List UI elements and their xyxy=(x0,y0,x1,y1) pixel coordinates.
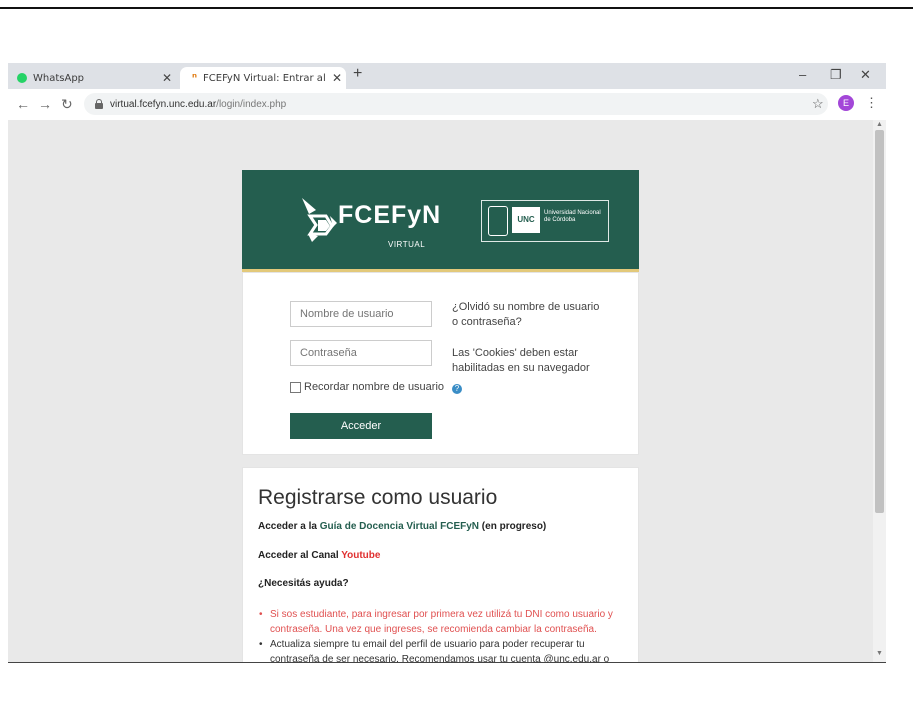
remember-checkbox[interactable] xyxy=(290,381,301,393)
fcefyn-favicon: ⁿ xyxy=(192,71,198,84)
login-button[interactable]: Acceder xyxy=(290,413,432,439)
brand-name: FCEFyN xyxy=(338,201,442,229)
new-tab-icon[interactable]: + xyxy=(353,65,362,83)
brand-subtitle: VIRTUAL xyxy=(388,240,426,249)
reload-icon[interactable]: ↻ xyxy=(61,96,73,113)
register-title: Registrarse como usuario xyxy=(258,486,498,509)
unc-name: Universidad Nacional de Córdoba xyxy=(544,210,601,223)
tab-title: FCEFyN Virtual: Entrar al sitio xyxy=(203,72,328,84)
fcefyn-logo-icon xyxy=(302,198,337,242)
password-input[interactable] xyxy=(290,340,432,366)
profile-avatar[interactable]: E xyxy=(838,95,854,111)
list-item: Actualiza siempre tu email del perfil de… xyxy=(258,637,628,662)
bookmark-star-icon[interactable]: ☆ xyxy=(812,96,824,112)
page-scrollbar[interactable]: ▲ ▼ xyxy=(873,120,886,662)
address-bar[interactable]: virtual.fcefyn.unc.edu.ar/login/index.ph… xyxy=(84,93,828,115)
forward-icon[interactable]: → xyxy=(38,96,52,112)
remember-label: Recordar nombre de usuario xyxy=(304,381,445,393)
help-icon[interactable]: ? xyxy=(452,384,462,394)
username-input[interactable] xyxy=(290,301,432,327)
cookies-notice: Las 'Cookies' deben estar habilitadas en… xyxy=(452,347,590,374)
page-viewport: FCEFyN VIRTUAL UNC Universidad Nacional … xyxy=(8,120,873,662)
close-tab-icon[interactable]: ✕ xyxy=(328,71,346,85)
tab-title: WhatsApp xyxy=(33,72,85,84)
login-form: Recordar nombre de usuario Acceder ¿Olvi… xyxy=(242,272,639,455)
back-icon[interactable]: ← xyxy=(16,96,30,112)
help-heading: ¿Necesitás ayuda? xyxy=(258,578,349,589)
login-banner: FCEFyN VIRTUAL UNC Universidad Nacional … xyxy=(242,170,639,269)
help-list: Si sos estudiante, para ingresar por pri… xyxy=(258,607,628,662)
restore-icon[interactable]: ❐ xyxy=(830,67,842,83)
top-border-line xyxy=(0,7,913,9)
unc-seal-icon xyxy=(488,206,508,236)
tab-whatsapp[interactable]: WhatsApp ✕ xyxy=(8,67,176,89)
whatsapp-icon xyxy=(17,73,27,83)
scrollbar-thumb[interactable] xyxy=(875,130,884,513)
close-tab-icon[interactable]: ✕ xyxy=(158,71,176,85)
bottom-border-line xyxy=(8,662,886,663)
minimize-icon[interactable]: – xyxy=(799,67,806,82)
close-window-icon[interactable]: ✕ xyxy=(860,67,871,83)
menu-kebab-icon[interactable]: ⋮ xyxy=(865,95,878,111)
unc-badge: UNC xyxy=(512,207,540,233)
remember-username[interactable]: Recordar nombre de usuario xyxy=(290,381,444,393)
browser-toolbar: ← → ↻ virtual.fcefyn.unc.edu.ar/login/in… xyxy=(8,89,886,120)
scroll-down-icon[interactable]: ▼ xyxy=(876,650,883,657)
scroll-up-icon[interactable]: ▲ xyxy=(876,121,883,128)
lock-icon xyxy=(94,99,104,109)
guide-line: Acceder a la Guía de Docencia Virtual FC… xyxy=(258,521,547,532)
youtube-link[interactable]: Youtube xyxy=(341,550,380,561)
register-panel: Registrarse como usuario Acceder a la Gu… xyxy=(242,467,639,662)
unc-logo: UNC Universidad Nacional de Córdoba xyxy=(481,200,609,242)
tab-fcefyn[interactable]: ⁿ FCEFyN Virtual: Entrar al sitio ✕ xyxy=(180,67,346,89)
forgot-credentials-link[interactable]: ¿Olvidó su nombre de usuario o contraseñ… xyxy=(452,300,602,330)
list-item: Si sos estudiante, para ingresar por pri… xyxy=(258,607,628,637)
browser-tabstrip: WhatsApp ✕ ⁿ FCEFyN Virtual: Entrar al s… xyxy=(8,63,886,89)
channel-line: Acceder al Canal Youtube xyxy=(258,550,381,561)
url-text: virtual.fcefyn.unc.edu.ar/login/index.ph… xyxy=(110,98,287,110)
guide-link[interactable]: Guía de Docencia Virtual FCEFyN xyxy=(320,521,479,532)
